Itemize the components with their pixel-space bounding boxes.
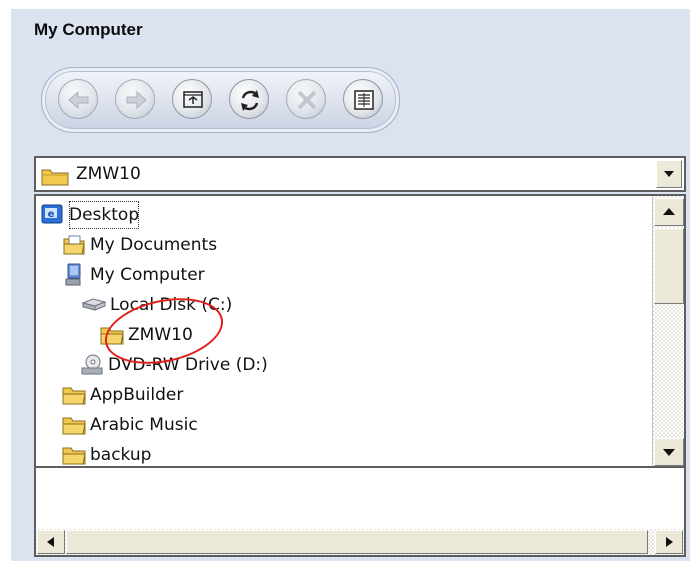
tree-vertical-scrollbar[interactable] bbox=[652, 196, 684, 466]
folder-icon bbox=[62, 447, 86, 465]
scroll-thumb[interactable] bbox=[654, 228, 684, 304]
address-dropdown-button[interactable] bbox=[656, 160, 682, 188]
chevron-right-icon bbox=[666, 537, 673, 547]
tree-item-label: My Documents bbox=[90, 235, 218, 255]
folder-icon bbox=[62, 387, 86, 405]
refresh-icon bbox=[241, 90, 259, 111]
my-computer-icon bbox=[65, 263, 81, 286]
tree-item-label: backup bbox=[90, 445, 152, 465]
stop-button[interactable] bbox=[286, 79, 326, 119]
up-folder-button[interactable] bbox=[172, 79, 212, 119]
up-folder-icon bbox=[183, 91, 203, 108]
navigation-toolbar bbox=[41, 67, 400, 133]
back-arrow-icon bbox=[68, 90, 89, 110]
tree-item-label: Arabic Music bbox=[90, 415, 198, 435]
scroll-up-button[interactable] bbox=[654, 198, 684, 226]
details-view-icon bbox=[354, 90, 374, 110]
tree-item-label: AppBuilder bbox=[90, 385, 184, 405]
back-button[interactable] bbox=[58, 79, 98, 119]
chevron-down-icon bbox=[664, 171, 674, 177]
page-title: My Computer bbox=[34, 20, 143, 39]
forward-arrow-icon bbox=[126, 90, 147, 110]
horizontal-scrollbar[interactable] bbox=[36, 529, 684, 555]
tree-item-label: My Computer bbox=[90, 265, 205, 285]
folder-icon bbox=[62, 417, 86, 435]
address-combobox[interactable]: ZMW10 bbox=[34, 156, 686, 192]
file-list-pane[interactable] bbox=[34, 466, 686, 557]
chevron-down-icon bbox=[663, 449, 675, 456]
desktop-icon: e bbox=[41, 204, 63, 224]
scroll-left-button[interactable] bbox=[37, 530, 65, 554]
stop-icon bbox=[297, 90, 317, 110]
svg-text:e: e bbox=[48, 209, 55, 220]
view-button[interactable] bbox=[343, 79, 383, 119]
horizontal-scroll-thumb[interactable] bbox=[66, 530, 648, 554]
hard-drive-icon bbox=[82, 298, 106, 311]
chevron-up-icon bbox=[663, 208, 675, 215]
scroll-right-button[interactable] bbox=[655, 530, 683, 554]
tree-item-label: Desktop bbox=[68, 200, 140, 230]
refresh-button[interactable] bbox=[229, 79, 269, 119]
scroll-down-button[interactable] bbox=[654, 438, 684, 466]
dvd-drive-icon bbox=[81, 354, 103, 375]
address-value: ZMW10 bbox=[76, 164, 141, 184]
my-documents-icon bbox=[63, 235, 85, 255]
chevron-left-icon bbox=[47, 537, 54, 547]
forward-button[interactable] bbox=[115, 79, 155, 119]
folder-icon bbox=[41, 169, 69, 186]
